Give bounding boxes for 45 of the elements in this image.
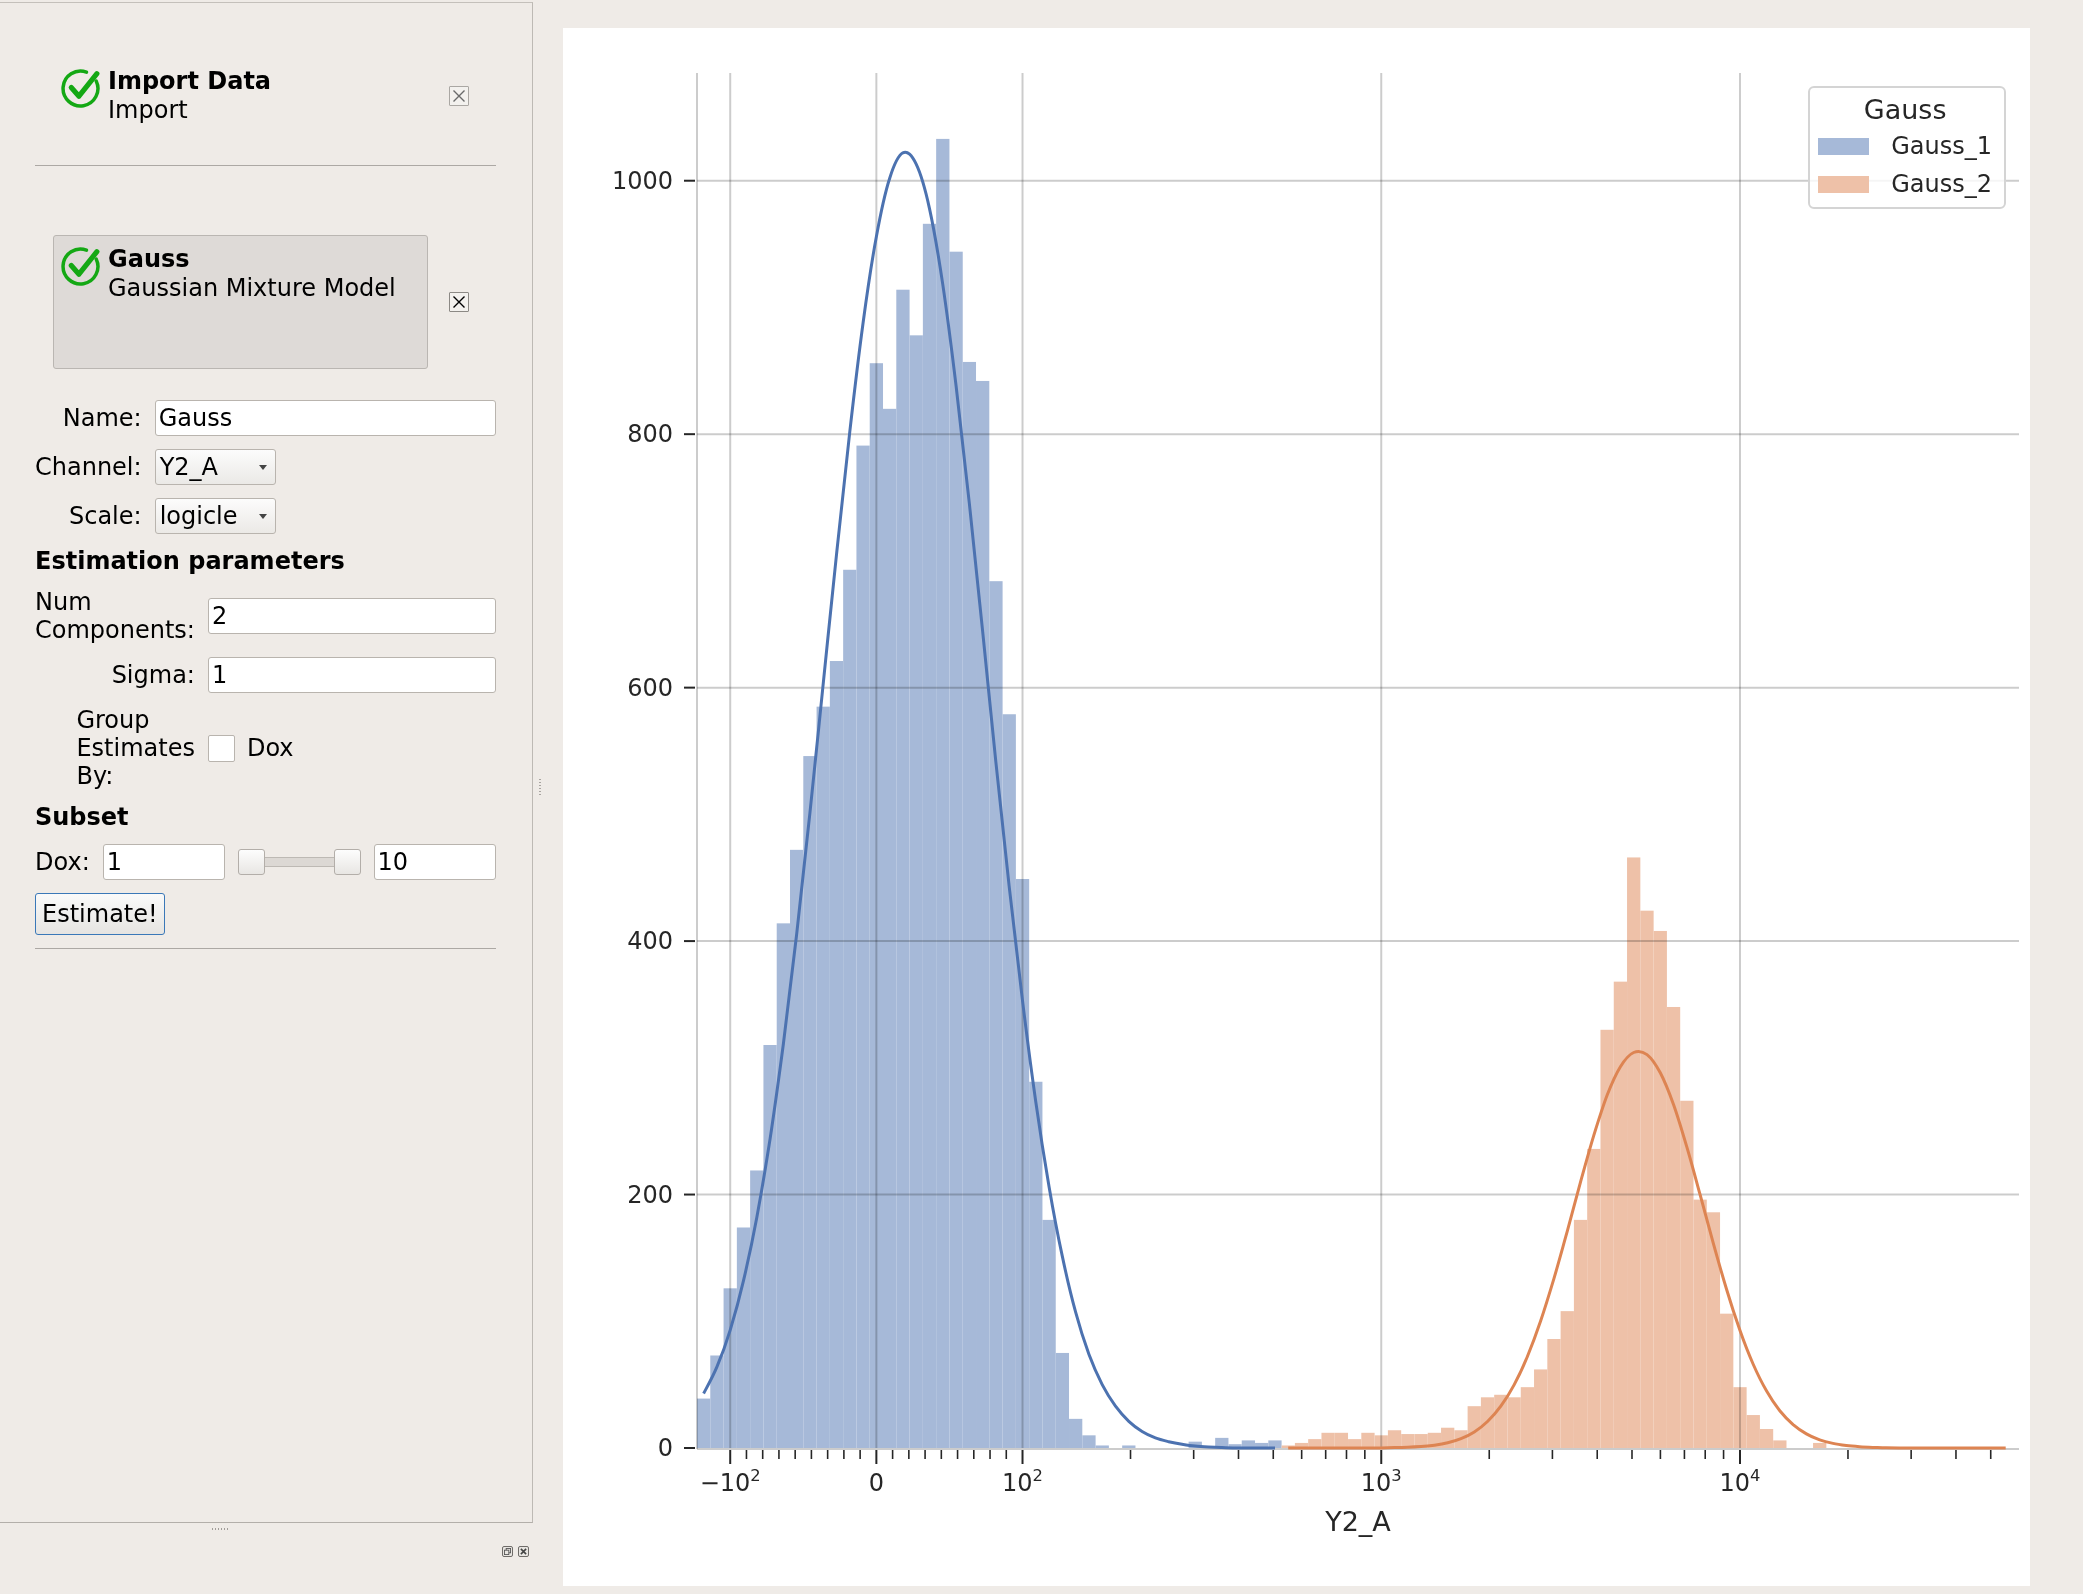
field-label: Sigma:	[111, 661, 195, 689]
text-field[interactable]: 2	[207, 598, 496, 634]
section-heading: Subset	[35, 803, 130, 831]
histogram-bar	[1813, 1442, 1827, 1448]
y-tick-label: 800	[627, 420, 673, 449]
section-heading: Estimation parameters	[35, 547, 346, 575]
field-label: Group Estimates By:	[76, 706, 195, 790]
x-tick-label: 10$^{3}$	[1360, 1469, 1402, 1497]
checkbox[interactable]	[207, 734, 235, 762]
legend-label: Gauss_1	[1891, 131, 1992, 162]
field-label: Channel:	[35, 453, 142, 481]
dropdown[interactable]: Y2_A	[154, 449, 276, 485]
text-field[interactable]: 1	[207, 657, 496, 693]
estimate-button[interactable]: Estimate!	[35, 893, 165, 935]
field-label: Name:	[62, 404, 142, 432]
y-tick-label: 600	[627, 673, 673, 702]
field-label: Scale:	[68, 502, 142, 530]
axis-label: Y2_A	[1325, 1506, 1391, 1538]
y-tick-label: 0	[657, 1434, 673, 1462]
y-tick-label: 1000	[611, 166, 673, 195]
histogram-bar	[1188, 1441, 1202, 1448]
workflow-item[interactable]: Gauss Gaussian Mixture Model	[53, 235, 428, 369]
workflow-item[interactable]: Import Data Import	[53, 57, 428, 135]
slider-handle[interactable]	[238, 849, 266, 875]
field-label: Dox:	[35, 848, 90, 876]
caret-icon[interactable]	[258, 464, 267, 470]
legend-title: Gauss	[1862, 93, 1948, 127]
text-field[interactable]: Gauss	[154, 400, 496, 436]
caret-icon[interactable]	[258, 513, 267, 519]
histogram-bar	[1122, 1445, 1136, 1448]
checkbox-label[interactable]: Dox	[246, 734, 294, 762]
dropdown[interactable]: logicle	[154, 498, 276, 534]
y-tick-label: 400	[627, 927, 673, 956]
histogram-bar	[1507, 1397, 1521, 1448]
x-tick-label: −10$^{2}$	[699, 1469, 761, 1497]
legend-label: Gauss_2	[1891, 169, 1992, 200]
slider-handle[interactable]	[333, 849, 361, 875]
y-tick-label: 200	[627, 1180, 673, 1209]
field-label: Num Components:	[35, 588, 195, 644]
x-tick-label: 10$^{2}$	[1002, 1469, 1043, 1497]
text-field[interactable]: 10	[373, 844, 496, 880]
histogram-bar	[1494, 1394, 1508, 1448]
x-tick-label: 0	[868, 1469, 884, 1497]
text-field[interactable]: 1	[102, 844, 226, 880]
x-tick-label: 10$^{4}$	[1719, 1469, 1761, 1497]
